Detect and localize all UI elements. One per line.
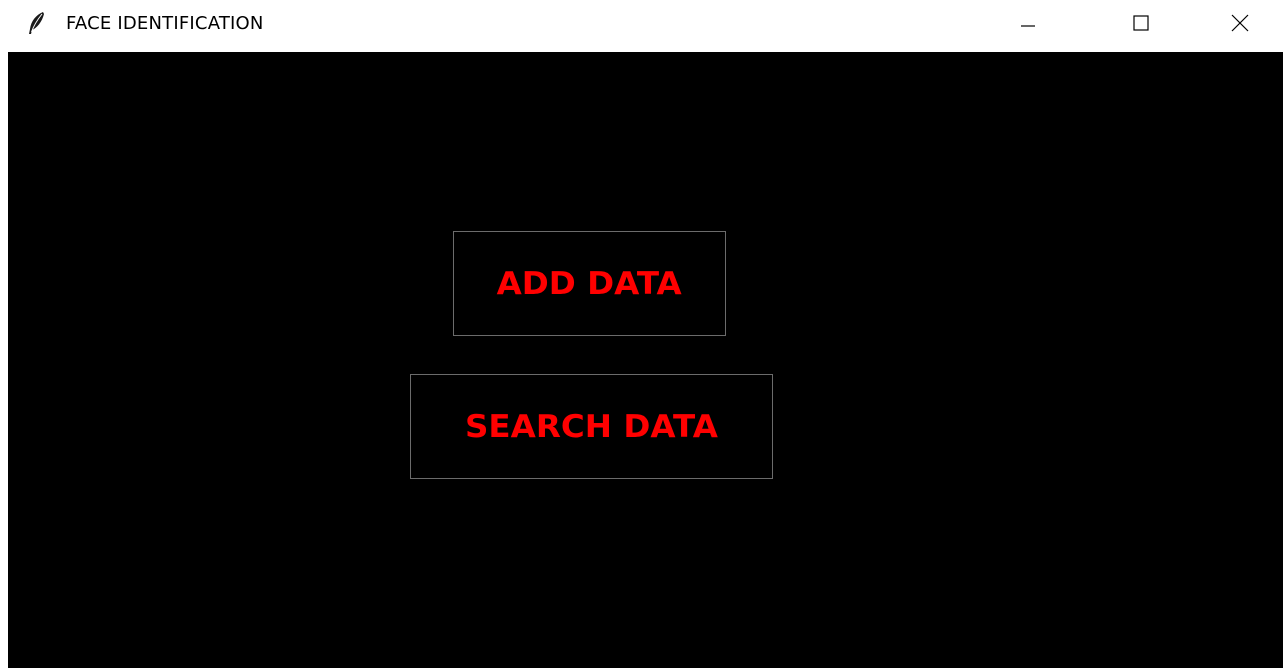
search-data-label: SEARCH DATA: [465, 408, 718, 445]
close-button[interactable]: [1212, 0, 1268, 46]
maximize-icon: [1133, 15, 1149, 31]
main-canvas: ADD DATA SEARCH DATA: [8, 52, 1283, 668]
window-title: FACE IDENTIFICATION: [66, 13, 264, 34]
maximize-button[interactable]: [1113, 0, 1169, 46]
add-data-button[interactable]: ADD DATA: [453, 231, 726, 336]
add-data-label: ADD DATA: [496, 265, 683, 302]
app-window: FACE IDENTIFICATION ADD DATA SEARCH DATA: [0, 0, 1283, 668]
title-bar[interactable]: FACE IDENTIFICATION: [0, 0, 1283, 52]
minimize-button[interactable]: [1000, 0, 1056, 46]
close-icon: [1231, 14, 1249, 32]
feather-icon: [29, 12, 44, 34]
search-data-button[interactable]: SEARCH DATA: [410, 374, 773, 479]
minimize-icon: [1021, 25, 1035, 27]
